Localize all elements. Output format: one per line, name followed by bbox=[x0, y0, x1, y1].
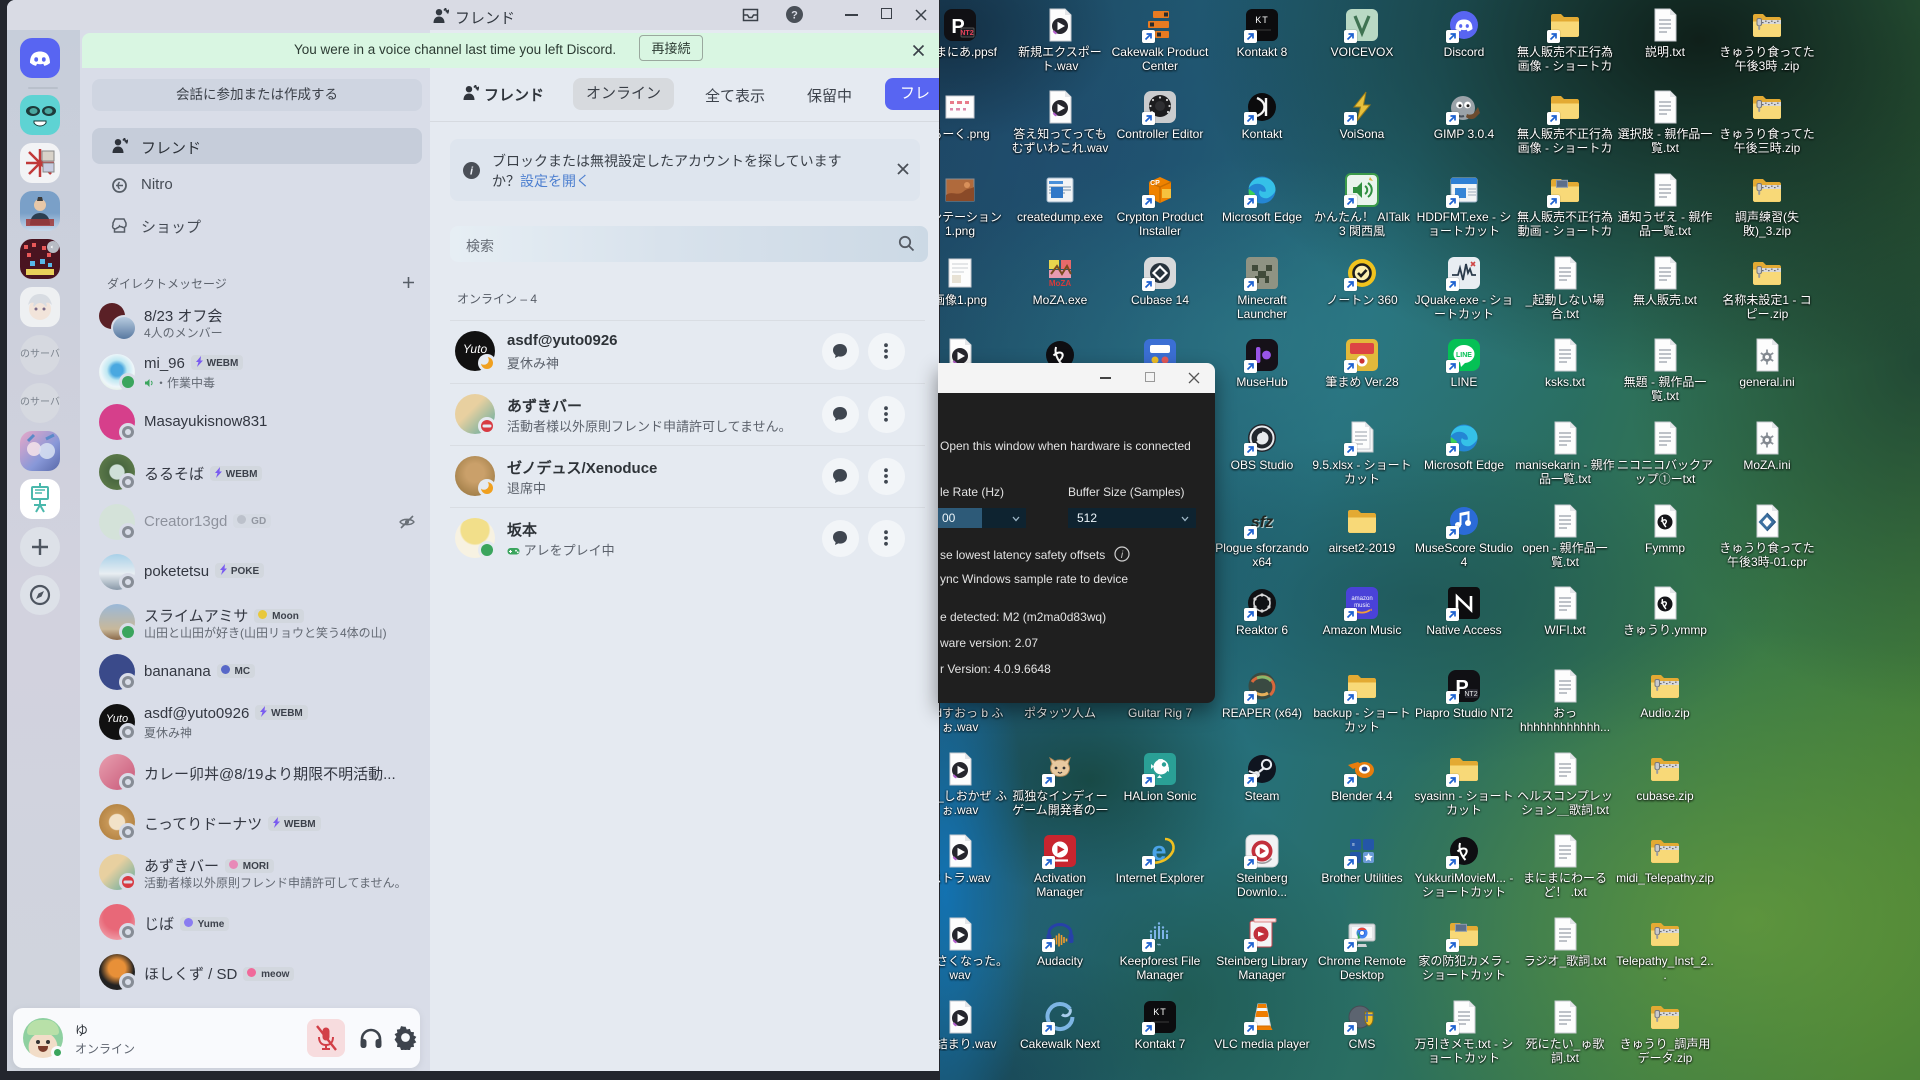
svg-text:LINE: LINE bbox=[1456, 352, 1472, 359]
svg-text:⌁: ⌁ bbox=[1157, 940, 1162, 949]
svg-text:amazon: amazon bbox=[1351, 596, 1372, 602]
svg-text:NT2: NT2 bbox=[960, 30, 973, 37]
svg-text:CP: CP bbox=[1150, 180, 1160, 187]
svg-text:KT: KT bbox=[1255, 15, 1269, 25]
svg-text:MoZA: MoZA bbox=[1049, 279, 1071, 288]
svg-text:i: i bbox=[1121, 550, 1124, 561]
svg-text:KT: KT bbox=[1153, 1007, 1167, 1017]
svg-text:?: ? bbox=[791, 10, 798, 22]
svg-text:NT2: NT2 bbox=[1464, 691, 1477, 698]
svg-text:≡: ≡ bbox=[1352, 842, 1355, 848]
